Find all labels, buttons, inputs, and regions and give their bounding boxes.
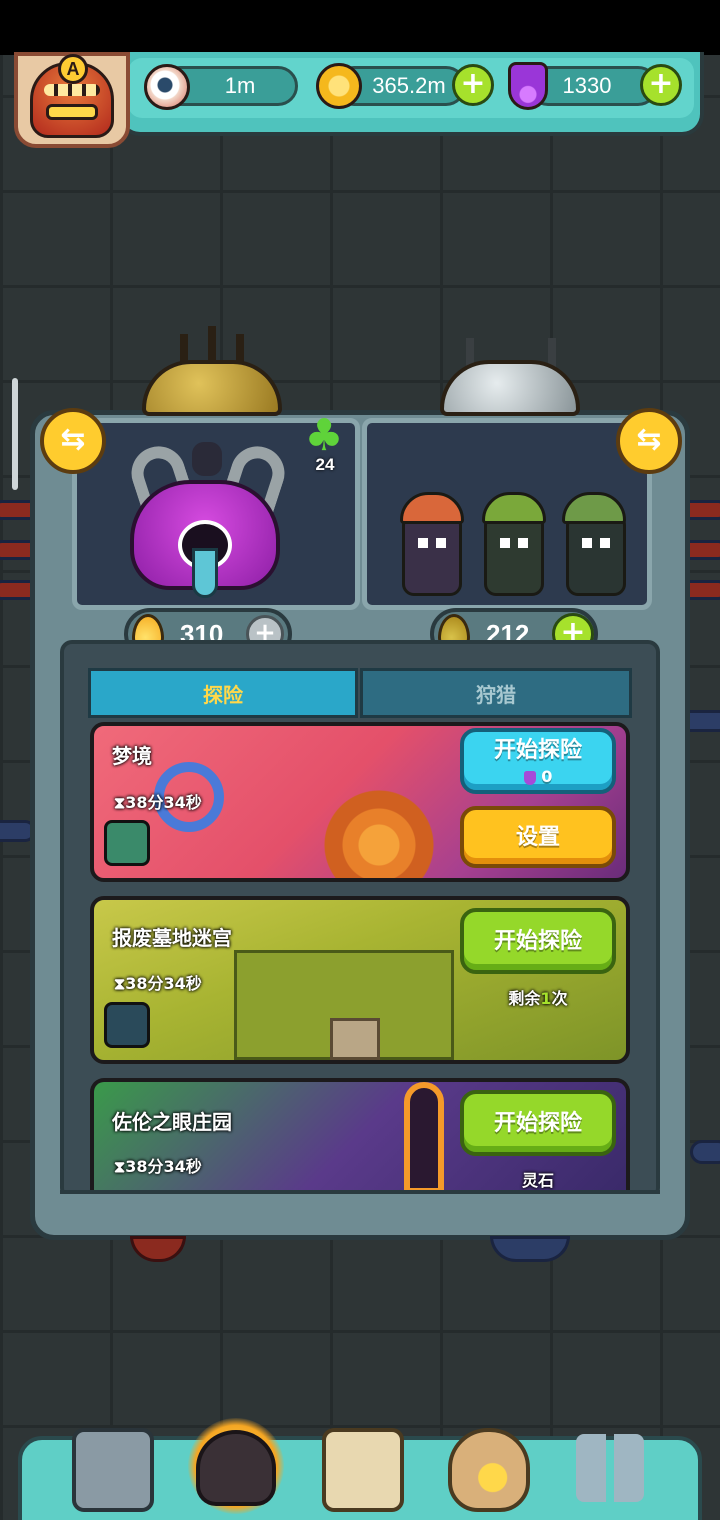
scroll-indicator[interactable] (12, 378, 18, 490)
clover-count: 24 (315, 455, 335, 474)
remaining-runs: 剩余1次 (508, 989, 568, 1008)
squad-member-eyes (418, 538, 448, 548)
start-explore-button[interactable]: 开始探险 0 (460, 728, 616, 794)
dungeon-title: 报废墓地迷宫 (112, 926, 232, 950)
side-pipe (690, 1140, 720, 1164)
eye-icon (144, 64, 190, 110)
dungeon-title: 梦境 (112, 744, 152, 768)
squad-member-eyes (582, 538, 612, 548)
potion-icon (508, 62, 548, 110)
rank-badge: A (58, 54, 88, 84)
dungeon-timer: ⧗38分34秒 (114, 1157, 202, 1176)
eye-value: 1m (224, 73, 256, 98)
bat-companion (192, 442, 222, 476)
left-squad-dome (142, 360, 282, 416)
squad-member-eyes (500, 538, 530, 548)
nav-shop-icon[interactable] (72, 1428, 154, 1512)
machine-bottom-lip (60, 1190, 660, 1220)
dungeon-title: 佐伦之眼庄园 (112, 1110, 232, 1134)
swap-right-button[interactable]: ⇆ (616, 408, 682, 474)
right-squad-dome (440, 360, 580, 416)
coin-icon (316, 63, 362, 109)
hourglass-icon: ⧗ (114, 793, 126, 812)
potion-icon (523, 770, 536, 785)
avatar-eyes (44, 84, 100, 96)
add-coins-button[interactable]: + (452, 64, 494, 106)
swap-left-button[interactable]: ⇆ (40, 408, 106, 474)
nav-book-icon[interactable] (322, 1428, 404, 1512)
reward-label: 灵石 (521, 1171, 554, 1190)
coins-value: 365.2m (372, 73, 446, 98)
dungeon-timer: ⧗38分34秒 (114, 793, 202, 812)
vortex-art (324, 790, 434, 878)
add-potion-button[interactable]: + (640, 64, 682, 106)
start-explore-button[interactable]: 开始探险 (460, 908, 616, 974)
potion-value: 1330 (562, 73, 612, 98)
tab-explore[interactable]: 探险 (88, 668, 358, 718)
avatar-mouth (46, 104, 98, 120)
monster-tongue (192, 548, 218, 598)
dome-antenna (208, 326, 216, 362)
machine-leg (490, 1236, 570, 1262)
map-tile-art (330, 1018, 380, 1060)
nav-adventure-icon[interactable] (196, 1430, 276, 1506)
status-bar (0, 0, 720, 55)
nav-bag-icon[interactable] (448, 1428, 530, 1512)
hourglass-icon: ⧗ (114, 974, 126, 993)
dungeon-timer: ⧗38分34秒 (114, 974, 202, 993)
dungeon-boss-thumbnail[interactable] (104, 1002, 150, 1048)
dungeon-boss-thumbnail[interactable] (104, 820, 150, 866)
nav-menu-grid-icon[interactable] (576, 1434, 644, 1502)
portal-arch-art (404, 1082, 444, 1190)
potion-cost: 0 (464, 766, 612, 788)
machine-leg (130, 1236, 186, 1262)
hourglass-icon: ⧗ (114, 1157, 126, 1176)
settings-button[interactable]: 设置 (460, 806, 616, 868)
start-explore-button[interactable]: 开始探险 (460, 1090, 616, 1156)
tab-hunt[interactable]: 狩猎 (360, 668, 632, 718)
